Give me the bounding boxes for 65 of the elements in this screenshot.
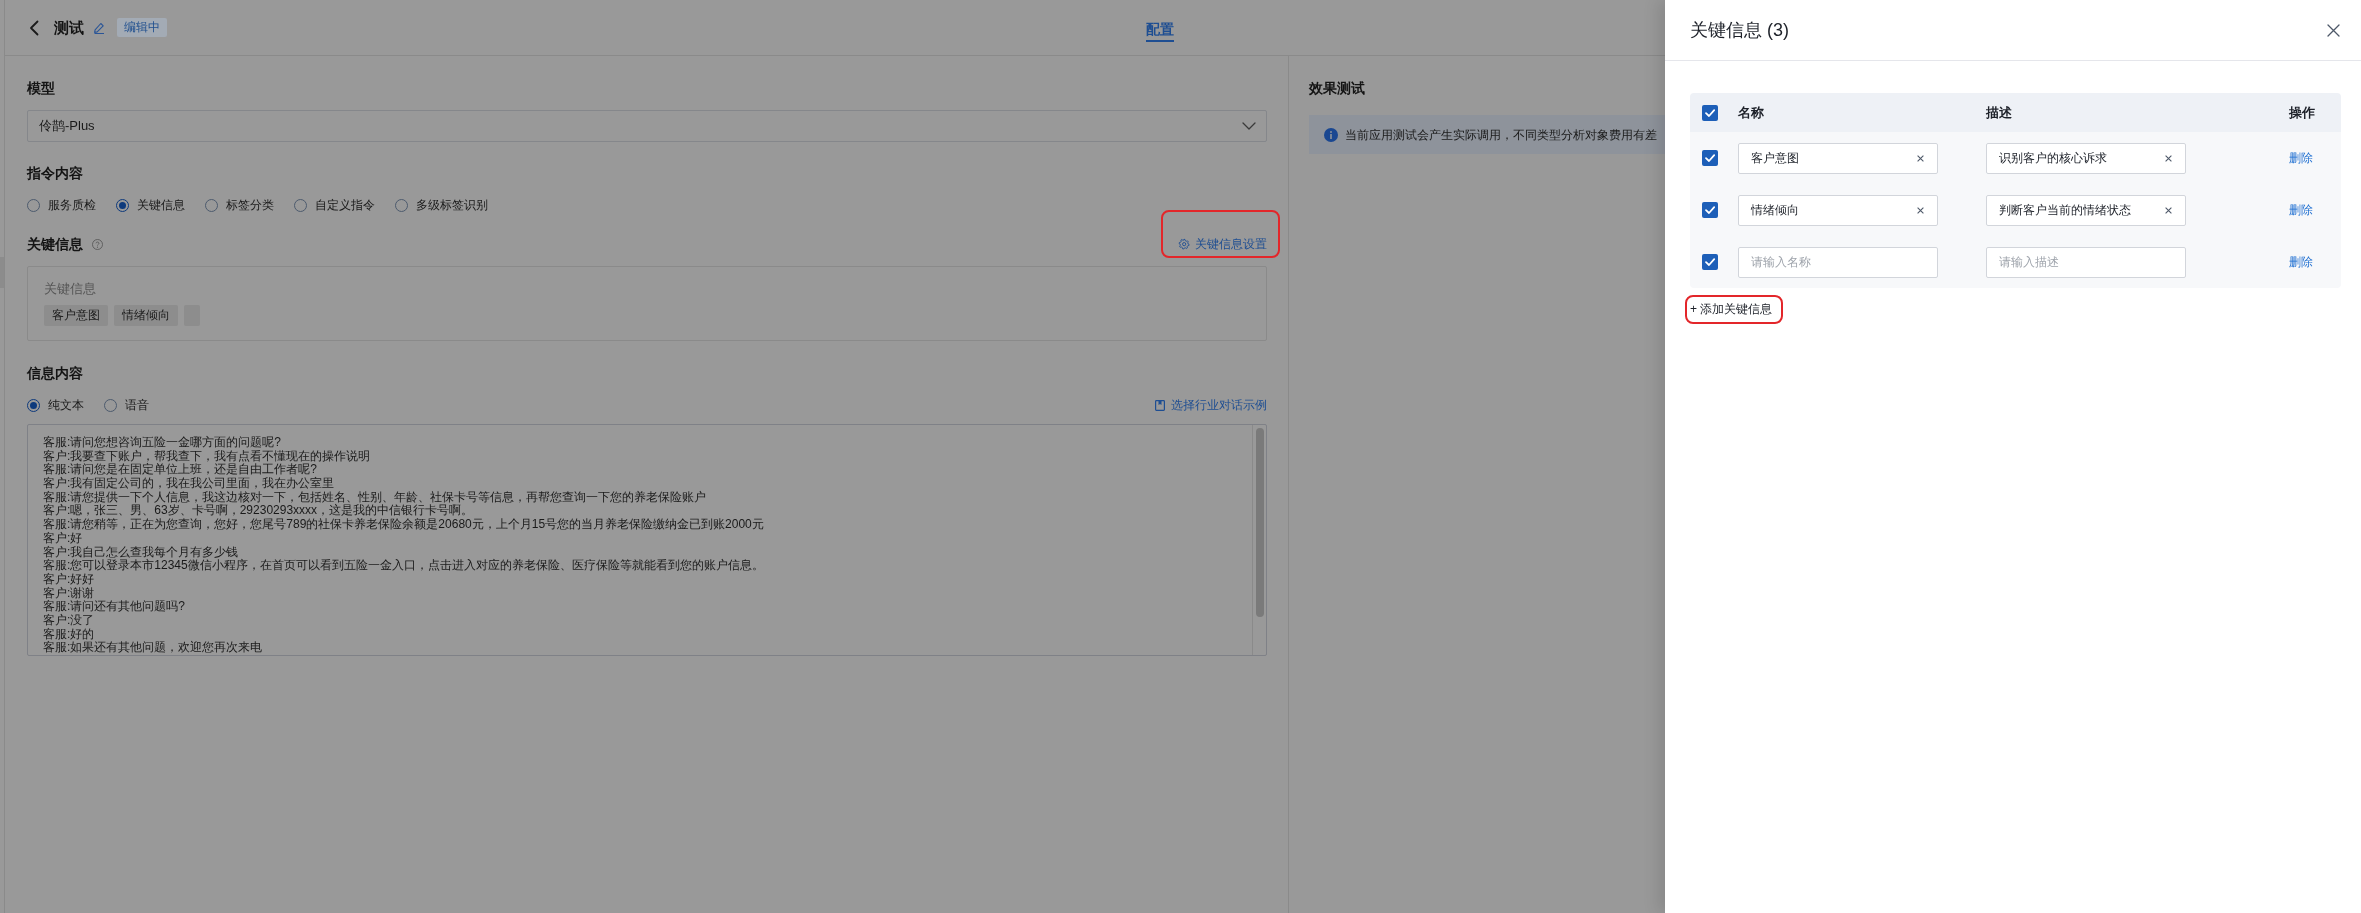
column-header: 操作	[2289, 103, 2315, 122]
close-icon[interactable]	[2327, 23, 2340, 37]
tag: 客户意图	[44, 305, 108, 326]
section-label: 指令内容	[27, 164, 83, 183]
section-label: 模型	[27, 79, 55, 98]
section-label: 信息内容	[27, 364, 83, 383]
dialog-line: 客服:好的	[43, 627, 95, 641]
dialog-line: 客户:好好	[43, 572, 95, 587]
info-icon	[1324, 127, 1338, 142]
panel-title: 效果测试	[1309, 79, 1365, 98]
dialog-line: 客服:请问您是在固定单位上班，还是自由工作者呢?	[43, 463, 317, 477]
clear-icon[interactable]	[1917, 154, 1924, 162]
radio-option[interactable]: 关键信息	[116, 195, 185, 215]
radio-option[interactable]: 纯文本	[27, 395, 84, 415]
scrollbar-thumb[interactable]	[1255, 428, 1264, 617]
dialog-line: 客户:我有固定公司的，我在我公司里面，我在办公室里	[43, 477, 335, 491]
dialog-line: 客服:您可以登录本市12345微信小程序，在首页可以看到五险一金入口，点击进入对应的养老保险、医疗保险等就能看到您的账户信息。	[43, 559, 764, 573]
status-badge: 编辑中	[117, 18, 167, 37]
dialog-line: 客户:嗯，张三、男、63岁、卡号啊，29230293xxxx，这是我的中信银行卡号啊。	[43, 504, 474, 518]
section-label: 关键信息	[27, 235, 83, 254]
radio-option[interactable]: 服务质检	[27, 195, 96, 215]
delete-link[interactable]: 删除	[2289, 201, 2313, 219]
text-field[interactable]: 情绪倾向	[1738, 194, 1938, 226]
dialog-line: 客户:没了	[43, 613, 95, 628]
pencil-icon[interactable]	[93, 21, 105, 34]
gear-icon[interactable]	[1178, 238, 1190, 250]
chevron-down-icon[interactable]	[1242, 122, 1256, 130]
column-header: 名称	[1738, 103, 1764, 122]
dialog-textarea[interactable]	[27, 424, 1267, 656]
checkbox[interactable]	[1702, 104, 1718, 121]
notice-text: 当前应用测试会产生实际调用，不同类型分析对象费用有差	[1345, 126, 1657, 144]
dialog-line: 客户:我自己怎么查我每个月有多少钱	[43, 545, 239, 559]
clear-icon[interactable]	[2165, 206, 2172, 214]
dialog-line: 客户:好	[43, 531, 83, 546]
help-icon[interactable]	[92, 238, 103, 250]
dialog-line: 客服:请您稍等，正在为您查询，您好，您尾号789的社保卡养老保险余额是20680元，上个月15号您的当月养老保险缴纳金已到账2000元	[43, 518, 764, 532]
dialog-line: 客服:请问还有其他问题吗?	[43, 600, 185, 614]
document-icon[interactable]	[1155, 399, 1165, 411]
dialog-line: 客户:谢谢	[43, 586, 95, 600]
dialog-line: 客服:请您提供一下个人信息，我这边核对一下，包括姓名、性别、年龄、社保卡号等信息，再帮您查询一下您的养老保险账户	[43, 490, 707, 504]
delete-link[interactable]: 删除	[2289, 149, 2313, 167]
model-select[interactable]: 伶鹊-Plus	[27, 110, 1267, 142]
back-icon[interactable]	[29, 19, 39, 36]
radio-option[interactable]: 自定义指令	[294, 195, 375, 215]
delete-link[interactable]: 删除	[2289, 253, 2313, 271]
checkbox[interactable]	[1702, 150, 1718, 166]
drawer-title: 关键信息 (3)	[1690, 19, 1789, 42]
radio-option[interactable]: 语音	[104, 395, 149, 415]
radio-option[interactable]: 标签分类	[205, 195, 274, 215]
text-field[interactable]: 识别客户的核心诉求	[1986, 142, 2186, 174]
column-header: 描述	[1986, 103, 2012, 122]
clear-icon[interactable]	[2165, 154, 2172, 162]
page-title: 测试	[54, 17, 84, 38]
tag: 情绪倾向	[114, 305, 178, 326]
checkbox[interactable]	[1702, 254, 1718, 270]
text-field[interactable]: 客户意图	[1738, 142, 1938, 174]
radio-option[interactable]: 多级标签识别	[395, 195, 488, 215]
dialog-line: 客户:我要查下账户，帮我查下，我有点看不懂现在的操作说明	[43, 449, 371, 463]
dialog-line: 客服:如果还有其他问题，欢迎您再次来电	[43, 641, 263, 655]
text-field[interactable]: 判断客户当前的情绪状态	[1986, 194, 2186, 226]
add-button[interactable]: + 添加关键信息	[1690, 300, 1773, 318]
checkbox[interactable]	[1702, 202, 1718, 218]
field-label: 关键信息	[44, 280, 96, 298]
clear-icon[interactable]	[1917, 206, 1924, 214]
dialog-line: 客服:请问您想咨询五险一金哪方面的问题呢?	[43, 436, 281, 450]
